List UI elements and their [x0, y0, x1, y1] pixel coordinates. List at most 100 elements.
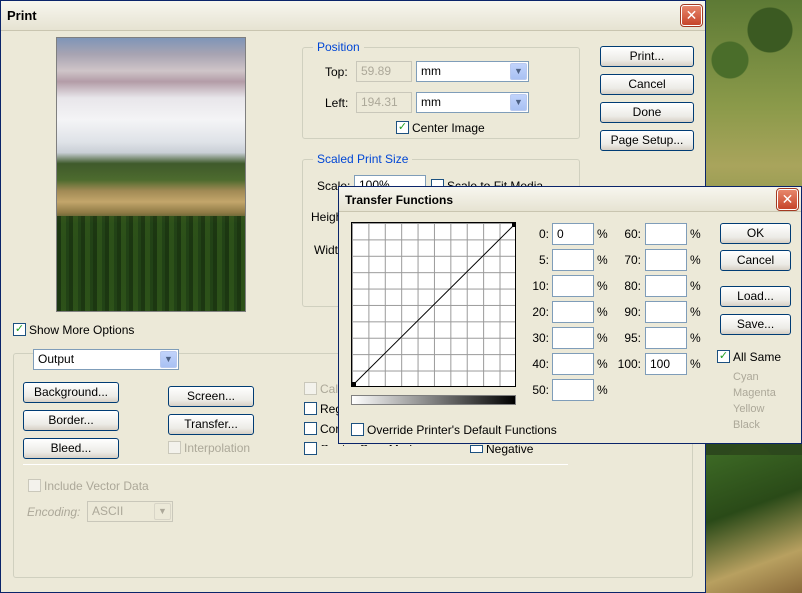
show-more-options-label: Show More Options [29, 323, 135, 337]
border-button[interactable]: Border... [23, 410, 119, 431]
print-close-button[interactable]: ✕ [680, 4, 703, 27]
left-unit-value: mm [421, 95, 441, 109]
input-60-label: 60: [624, 227, 641, 241]
input-80-label: 80: [624, 279, 641, 293]
input-10-label: 10: [532, 279, 549, 293]
position-legend: Position [313, 40, 364, 54]
input-70-field[interactable] [645, 249, 687, 271]
input-100-percent: % [690, 357, 701, 371]
override-defaults-checkbox[interactable] [351, 423, 364, 436]
input-0-percent: % [597, 227, 608, 241]
input-0-field[interactable]: 0 [552, 223, 594, 245]
interpolation-label: Interpolation [184, 441, 251, 455]
top-unit-value: mm [421, 64, 441, 78]
background-button[interactable]: Background... [23, 382, 119, 403]
input-30-percent: % [597, 331, 608, 345]
transfer-curve-graph[interactable] [351, 222, 516, 387]
input-60-percent: % [690, 227, 701, 241]
input-100-field[interactable]: 100 [645, 353, 687, 375]
center-crop-marks-checkbox[interactable] [304, 442, 317, 455]
input-20-label: 20: [532, 305, 549, 319]
left-field[interactable]: 194.31 [356, 92, 412, 113]
close-icon: ✕ [781, 191, 794, 207]
print-preview-image [56, 37, 246, 312]
bleed-button[interactable]: Bleed... [23, 438, 119, 459]
tf-load-button[interactable]: Load... [720, 286, 791, 307]
input-5-label: 5: [538, 253, 549, 267]
tf-cancel-button[interactable]: Cancel [720, 250, 791, 271]
top-unit-select[interactable]: mm ▼ [416, 61, 529, 82]
include-vector-data-label: Include Vector Data [44, 479, 149, 493]
tf-ok-button[interactable]: OK [720, 223, 791, 244]
input-40-label: 40: [532, 357, 549, 371]
input-40-percent: % [597, 357, 608, 371]
tf-save-button[interactable]: Save... [720, 314, 791, 335]
input-50-percent: % [597, 383, 608, 397]
output-select[interactable]: Output ▼ [33, 349, 179, 370]
transfer-close-button[interactable]: ✕ [776, 188, 799, 211]
scaled-print-size-legend: Scaled Print Size [313, 152, 413, 166]
calibration-bars-checkbox[interactable] [304, 382, 317, 395]
input-50-label: 50: [532, 383, 549, 397]
transfer-button[interactable]: Transfer... [168, 414, 254, 435]
transfer-functions-dialog: Transfer Functions ✕ 0: 0 % 5: % 10: % 2… [338, 186, 802, 444]
input-20-field[interactable] [552, 301, 594, 323]
all-same-label: All Same [733, 350, 782, 364]
channel-black: Black [733, 419, 760, 431]
print-button[interactable]: Print... [600, 46, 694, 67]
input-0-label: 0: [538, 227, 549, 241]
corner-crop-marks-checkbox[interactable] [304, 422, 317, 435]
input-60-field[interactable] [645, 223, 687, 245]
chevron-down-icon: ▼ [510, 94, 527, 111]
input-30-label: 30: [532, 331, 549, 345]
top-label: Top: [325, 65, 348, 79]
encoding-label: Encoding: [27, 505, 81, 519]
input-40-field[interactable] [552, 353, 594, 375]
input-20-percent: % [597, 305, 608, 319]
output-select-value: Output [38, 352, 75, 366]
channel-magenta: Magenta [733, 387, 776, 399]
interpolation-checkbox[interactable] [168, 441, 181, 454]
transfer-gradient-ramp [351, 395, 516, 405]
negative-checkbox[interactable] [470, 445, 483, 453]
input-30-field[interactable] [552, 327, 594, 349]
print-titlebar: Print ✕ [1, 1, 705, 31]
screen-button[interactable]: Screen... [168, 386, 254, 407]
transfer-functions-titlebar: Transfer Functions ✕ [339, 187, 801, 212]
background-photo-lower [700, 455, 802, 593]
corner-crop-marks-label: Corner Crop Marks [320, 422, 339, 436]
input-95-label: 95: [624, 331, 641, 345]
input-50-field[interactable] [552, 379, 594, 401]
channel-cyan: Cyan [733, 371, 759, 383]
print-title: Print [7, 8, 37, 23]
registration-marks-checkbox[interactable] [304, 402, 317, 415]
close-icon: ✕ [685, 7, 698, 23]
calibration-bars-label: Calibration Bars [320, 382, 338, 396]
chevron-down-icon: ▼ [160, 351, 177, 368]
input-80-field[interactable] [645, 275, 687, 297]
transfer-curve [352, 223, 516, 386]
top-field[interactable]: 59.89 [356, 61, 412, 82]
all-same-checkbox[interactable]: ✓ [717, 350, 730, 363]
chevron-down-icon: ▼ [510, 63, 527, 80]
encoding-select[interactable]: ASCII ▼ [87, 501, 173, 522]
override-defaults-label: Override Printer's Default Functions [367, 423, 557, 437]
input-95-field[interactable] [645, 327, 687, 349]
input-10-field[interactable] [552, 275, 594, 297]
input-5-field[interactable] [552, 249, 594, 271]
done-button[interactable]: Done [600, 102, 694, 123]
page-setup-button[interactable]: Page Setup... [600, 130, 694, 151]
left-unit-select[interactable]: mm ▼ [416, 92, 529, 113]
input-90-percent: % [690, 305, 701, 319]
show-more-options-checkbox[interactable]: ✓ [13, 323, 26, 336]
transfer-functions-title: Transfer Functions [345, 193, 454, 207]
input-90-field[interactable] [645, 301, 687, 323]
center-image-checkbox[interactable]: ✓ [396, 121, 409, 134]
include-vector-data-checkbox[interactable] [28, 479, 41, 492]
input-90-label: 90: [624, 305, 641, 319]
cancel-button[interactable]: Cancel [600, 74, 694, 95]
input-70-label: 70: [624, 253, 641, 267]
input-5-percent: % [597, 253, 608, 267]
input-95-percent: % [690, 331, 701, 345]
chevron-down-icon: ▼ [154, 503, 171, 520]
